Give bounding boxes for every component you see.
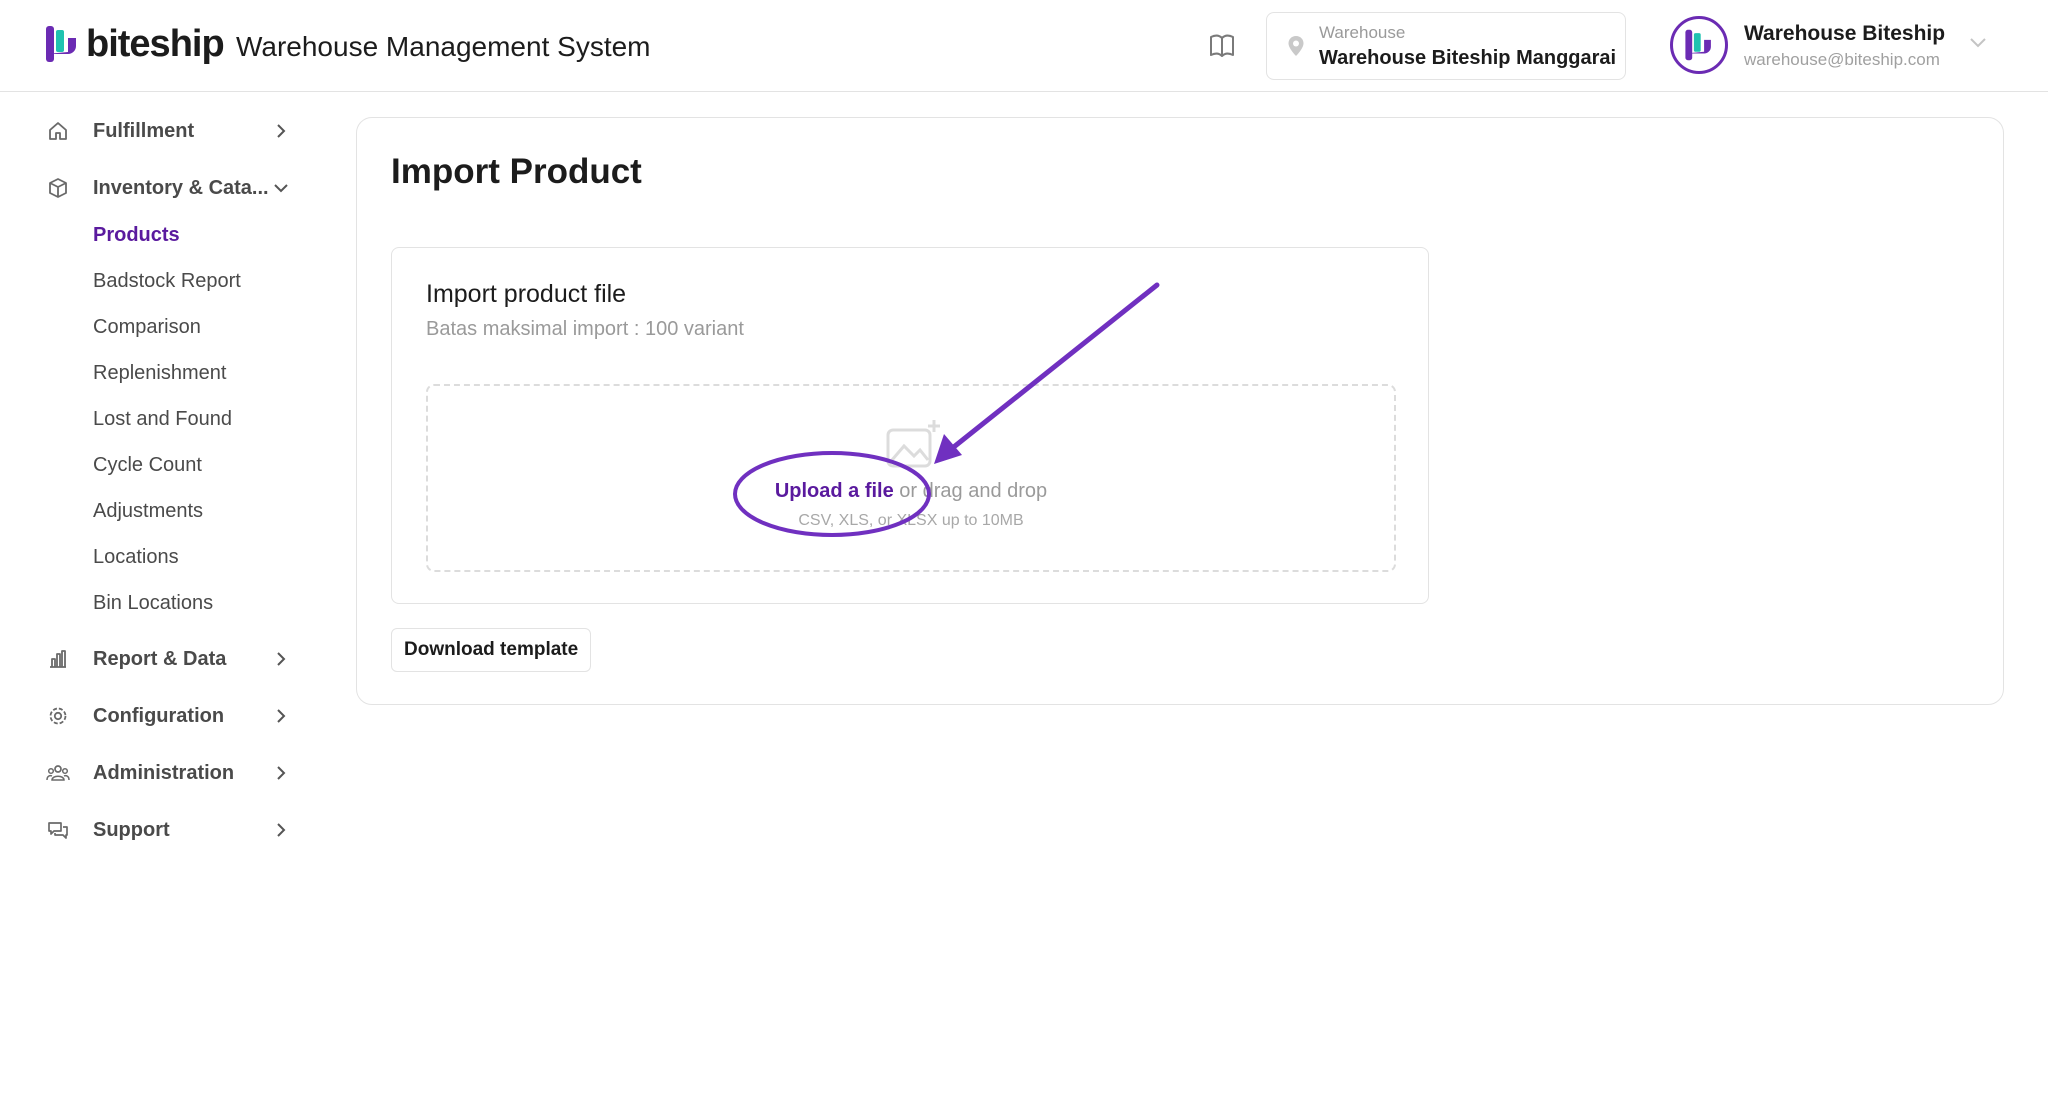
warehouse-value: Warehouse Biteship Manggarai bbox=[1319, 47, 1617, 69]
user-email: warehouse@biteship.com bbox=[1744, 50, 1940, 69]
sidebar-item-badstock-report[interactable]: Badstock Report bbox=[93, 268, 241, 294]
sidebar-group-administration[interactable]: Administration bbox=[46, 753, 296, 793]
chevron-right-icon bbox=[277, 652, 286, 666]
import-card: Import product file Batas maksimal impor… bbox=[391, 247, 1429, 604]
chevron-down-icon bbox=[274, 184, 288, 193]
chevron-right-icon bbox=[277, 124, 286, 138]
main-card: Import Product Import product file Batas… bbox=[356, 117, 2004, 705]
image-add-icon bbox=[886, 420, 940, 468]
import-subtitle: Batas maksimal import : 100 variant bbox=[426, 318, 744, 340]
sidebar-group-label: Support bbox=[93, 818, 170, 841]
chevron-right-icon bbox=[277, 766, 286, 780]
sidebar-item-bin-locations[interactable]: Bin Locations bbox=[93, 590, 213, 616]
file-dropzone[interactable]: Upload a file or drag and drop CSV, XLS,… bbox=[426, 384, 1396, 572]
sidebar: Fulfillment Inventory & Cata... Products… bbox=[0, 92, 320, 1116]
brand-logo[interactable]: biteship bbox=[44, 23, 225, 65]
sidebar-group-report-data[interactable]: Report & Data bbox=[46, 639, 296, 679]
sidebar-item-replenishment[interactable]: Replenishment bbox=[93, 360, 226, 386]
import-title: Import product file bbox=[426, 280, 627, 308]
sidebar-group-configuration[interactable]: Configuration bbox=[46, 696, 296, 736]
sidebar-group-label: Administration bbox=[93, 761, 235, 784]
chevron-right-icon bbox=[277, 823, 286, 837]
sidebar-item-adjustments[interactable]: Adjustments bbox=[93, 498, 203, 524]
sidebar-group-label: Fulfillment bbox=[93, 119, 195, 142]
app-title: Warehouse Management System bbox=[236, 31, 651, 62]
drag-drop-text: or drag and drop bbox=[893, 480, 1048, 502]
sidebar-item-comparison[interactable]: Comparison bbox=[93, 314, 201, 340]
top-header: biteship Warehouse Management System War… bbox=[0, 0, 2048, 92]
sidebar-group-label: Configuration bbox=[93, 704, 225, 727]
sidebar-item-locations[interactable]: Locations bbox=[93, 544, 179, 570]
upload-file-link[interactable]: Upload a file bbox=[775, 480, 894, 502]
file-type-hint: CSV, XLS, or XLSX up to 10MB bbox=[798, 512, 1024, 529]
app-root: biteship Warehouse Management System War… bbox=[0, 0, 2048, 1116]
sidebar-item-cycle-count[interactable]: Cycle Count bbox=[93, 452, 202, 478]
user-menu[interactable]: Warehouse Biteship warehouse@biteship.co… bbox=[1670, 16, 2010, 76]
gear-icon bbox=[46, 704, 70, 728]
sidebar-group-label: Report & Data bbox=[93, 647, 227, 670]
sidebar-group-inventory[interactable]: Inventory & Cata... bbox=[46, 168, 296, 208]
sidebar-item-lost-and-found[interactable]: Lost and Found bbox=[93, 406, 232, 432]
sidebar-group-support[interactable]: Support bbox=[46, 810, 296, 850]
chevron-down-icon bbox=[1970, 38, 1986, 48]
sidebar-item-products[interactable]: Products bbox=[93, 222, 180, 248]
sidebar-group-label: Inventory & Cata... bbox=[93, 176, 269, 199]
chevron-right-icon bbox=[277, 709, 286, 723]
home-icon bbox=[46, 119, 70, 143]
sidebar-group-fulfillment[interactable]: Fulfillment bbox=[46, 111, 296, 151]
biteship-avatar-icon bbox=[1685, 29, 1711, 61]
user-name: Warehouse Biteship bbox=[1744, 22, 1946, 45]
dropzone-text: Upload a file or drag and drop bbox=[428, 480, 1394, 503]
users-icon bbox=[46, 761, 70, 785]
warehouse-selector[interactable]: Warehouse Warehouse Biteship Manggarai bbox=[1266, 12, 1626, 80]
biteship-logo-icon bbox=[46, 26, 76, 62]
box-icon bbox=[46, 176, 70, 200]
book-icon bbox=[1210, 34, 1234, 57]
chat-icon bbox=[46, 818, 70, 842]
download-template-button[interactable]: Download template bbox=[391, 628, 592, 672]
docs-button[interactable] bbox=[1208, 33, 1236, 59]
page-title: Import Product bbox=[391, 152, 642, 191]
brand-name: biteship bbox=[86, 23, 225, 65]
bar-chart-icon bbox=[46, 647, 70, 671]
pin-icon bbox=[1288, 36, 1304, 56]
avatar bbox=[1670, 16, 1728, 74]
warehouse-label: Warehouse bbox=[1319, 23, 1406, 42]
